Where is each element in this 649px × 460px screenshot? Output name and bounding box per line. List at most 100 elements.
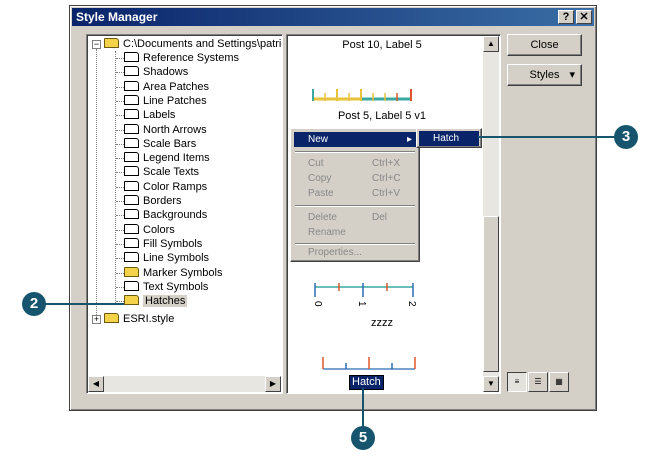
folder-icon xyxy=(124,266,139,277)
scroll-up-button[interactable]: ▲ xyxy=(483,36,499,52)
callout-5: 5 xyxy=(351,426,375,450)
tree-item-label: Scale Texts xyxy=(143,166,200,179)
tree-item[interactable]: Area Patches xyxy=(124,80,209,94)
tree-item-label: Labels xyxy=(143,109,176,122)
tree-item[interactable]: Scale Texts xyxy=(124,165,199,179)
callout-3-leader xyxy=(478,136,620,138)
folder-icon xyxy=(124,152,139,163)
close-window-button[interactable]: ✕ xyxy=(576,10,592,24)
tree-item[interactable]: Shadows xyxy=(124,65,188,79)
preview-item-label[interactable]: zzzz xyxy=(292,317,472,329)
thumbnails-icon[interactable]: ▦ xyxy=(549,372,569,392)
style-tree[interactable]: − C:\Documents and Settings\patrickb Ref… xyxy=(86,34,283,394)
tree-item-label: Reference Systems xyxy=(143,52,239,64)
scroll-left-button[interactable]: ◀ xyxy=(88,376,104,392)
tree-item-label: Color Ramps xyxy=(143,180,208,193)
tree-item[interactable]: Scale Bars xyxy=(124,137,196,151)
folder-icon xyxy=(124,180,139,191)
tree-item[interactable]: Legend Items xyxy=(124,151,210,165)
folder-icon xyxy=(124,195,139,206)
tree-horizontal-scrollbar[interactable]: ◀ ▶ xyxy=(88,376,281,392)
preview-vertical-scrollbar[interactable]: ▲ ▼ xyxy=(483,36,499,392)
tree-root-label: C:\Documents and Settings\patrickb xyxy=(123,38,283,50)
folder-icon xyxy=(124,80,139,91)
tree-item[interactable]: Text Symbols xyxy=(124,280,208,294)
preview-item-label[interactable]: Post 10, Label 5 xyxy=(292,39,472,51)
tree-item-label: Shadows xyxy=(143,66,189,79)
details-icon[interactable]: ☰ xyxy=(528,372,548,392)
folder-icon xyxy=(124,137,139,148)
tree-item[interactable]: Labels xyxy=(124,108,175,122)
tree-item-label: Borders xyxy=(143,195,182,207)
hatch-preview[interactable] xyxy=(321,355,421,371)
tree-item-label: Backgrounds xyxy=(143,209,208,222)
close-button[interactable]: Close xyxy=(507,34,582,56)
tree-item[interactable]: Marker Symbols xyxy=(124,266,222,280)
style-manager-window: Style Manager ? ✕ − C:\Documents and Set… xyxy=(69,5,597,411)
tree-esri-style[interactable]: ESRI.style xyxy=(104,312,174,326)
expand-toggle[interactable]: + xyxy=(92,315,101,324)
tree-item[interactable]: Borders xyxy=(124,194,182,208)
tree-item[interactable]: Colors xyxy=(124,223,175,237)
tree-item[interactable]: Hatches xyxy=(124,294,188,308)
tree-item-label: Line Symbols xyxy=(143,252,210,265)
tree-item-label: Hatches xyxy=(143,295,188,308)
folder-icon xyxy=(124,52,139,63)
preview-item-label[interactable]: Post 5, Label 5 v1 xyxy=(292,110,472,122)
menu-item-paste[interactable]: Paste Ctrl+V xyxy=(294,186,416,201)
tree-item[interactable]: Backgrounds xyxy=(124,208,207,222)
folder-icon xyxy=(124,223,139,234)
folder-icon xyxy=(124,66,139,77)
title-bar: Style Manager ? ✕ xyxy=(72,8,594,26)
callout-2: 2 xyxy=(22,292,46,316)
folder-icon xyxy=(124,166,139,177)
menu-item-new[interactable]: New ▸ xyxy=(294,132,416,147)
folder-icon xyxy=(124,237,139,248)
callout-3: 3 xyxy=(614,125,638,149)
help-button[interactable]: ? xyxy=(558,10,574,24)
submenu-item-hatch[interactable]: Hatch xyxy=(419,131,479,146)
styles-button[interactable]: Styles ▾ xyxy=(507,64,582,86)
folder-icon xyxy=(104,313,119,324)
menu-item-rename[interactable]: Rename xyxy=(294,225,416,240)
list-icon[interactable]: ≡ xyxy=(507,372,527,392)
scale-bar-preview-2[interactable]: 0 1 2 xyxy=(313,283,423,319)
tree-item[interactable]: Line Patches xyxy=(124,94,207,108)
scale-bar-preview-1[interactable]: 0 25 50 xyxy=(311,65,421,107)
folder-icon xyxy=(104,38,119,49)
submenu-arrow-icon: ▸ xyxy=(406,134,412,145)
tree-item[interactable]: Color Ramps xyxy=(124,180,207,194)
tree-item-label: Scale Bars xyxy=(143,137,197,150)
folder-icon xyxy=(124,252,139,263)
rename-hatch-field[interactable]: Hatch xyxy=(349,375,384,390)
scroll-down-button[interactable]: ▼ xyxy=(483,376,499,392)
new-submenu: Hatch xyxy=(416,128,482,148)
tree-item-label: Colors xyxy=(143,223,175,236)
tree-item-label: North Arrows xyxy=(143,123,207,136)
folder-icon xyxy=(124,280,139,291)
menu-item-copy[interactable]: Copy Ctrl+C xyxy=(294,171,416,186)
scroll-right-button[interactable]: ▶ xyxy=(265,376,281,392)
scale-ticks xyxy=(312,89,412,101)
folder-icon xyxy=(124,123,139,134)
tick-label-mid-0: 0 xyxy=(313,301,323,307)
tree-item-label: Fill Symbols xyxy=(143,237,203,250)
tick-label-mid-1: 1 xyxy=(356,301,367,307)
menu-item-properties[interactable]: Properties... xyxy=(294,245,416,260)
tick-label-mid-2: 2 xyxy=(406,301,417,307)
tree-root-item[interactable]: C:\Documents and Settings\patrickb xyxy=(104,37,283,51)
tree-item-label: Legend Items xyxy=(143,152,210,165)
scroll-thumb[interactable] xyxy=(483,216,499,372)
menu-item-delete[interactable]: Delete Del xyxy=(294,210,416,225)
tree-item-label: Area Patches xyxy=(143,80,210,93)
tree-item[interactable]: Line Symbols xyxy=(124,251,209,265)
tree-item-label: Line Patches xyxy=(143,94,207,107)
tree-item[interactable]: North Arrows xyxy=(124,123,207,137)
tree-item[interactable]: Reference Systems xyxy=(124,51,239,65)
menu-item-cut[interactable]: Cut Ctrl+X xyxy=(294,156,416,171)
tree-item-label: Text Symbols xyxy=(143,280,209,293)
tree-item-label: Marker Symbols xyxy=(143,266,223,279)
folder-icon xyxy=(124,295,139,306)
tree-item[interactable]: Fill Symbols xyxy=(124,237,202,251)
collapse-toggle[interactable]: − xyxy=(92,40,101,49)
